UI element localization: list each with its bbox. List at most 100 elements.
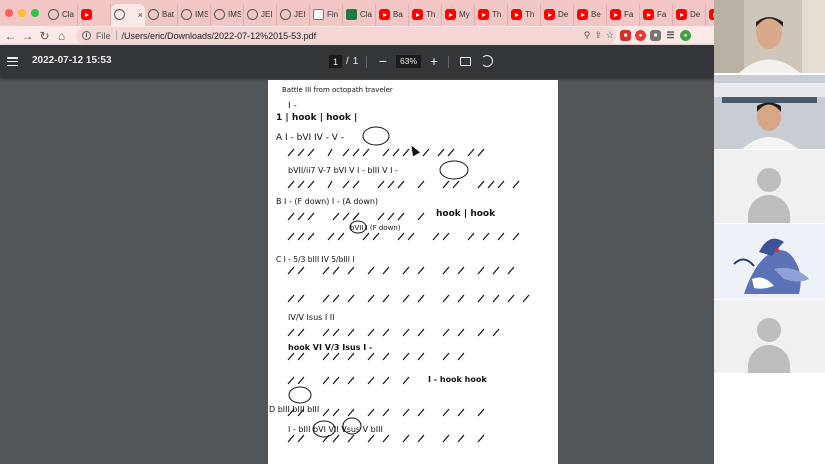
zoom-level-input[interactable]: 63% (396, 54, 421, 68)
browser-tab[interactable]: Th (508, 3, 541, 26)
participant-video-tile[interactable] (714, 75, 825, 149)
avatar (748, 318, 790, 373)
browser-tab[interactable] (706, 4, 714, 26)
address-actions: ⚲ ⇪ ☆ (584, 27, 614, 44)
sheet-line: I - hook hook (428, 375, 487, 384)
address-bar[interactable]: i File /Users/eric/Downloads/2022-07-12%… (76, 27, 616, 44)
globe-icon (181, 9, 192, 20)
sheet-line: I - (288, 101, 297, 111)
close-window-button[interactable] (5, 9, 13, 17)
youtube-icon (577, 9, 588, 20)
browser-toolbar: ← → ↻ ⌂ i File /Users/eric/Downloads/202… (0, 26, 714, 45)
slash-row (287, 232, 520, 241)
browser-tab[interactable]: JEI (277, 3, 310, 26)
zoom-in-button[interactable]: + (428, 54, 440, 68)
extension-red-icon[interactable]: ■ (620, 30, 631, 41)
sheet-line: 1 | hook | hook | (276, 113, 357, 123)
tab-strip: Cla × Bat IMS IMS JEI JEI Fin Cla Ba Th My Th Th De Be F… (0, 0, 714, 26)
sheet-line: hook VI V/3 Isus I - (288, 343, 372, 352)
browser-tab[interactable]: De (541, 3, 574, 26)
browser-tab[interactable]: De (673, 3, 706, 26)
browser-tab[interactable] (78, 3, 111, 26)
browser-tab[interactable]: Fa (640, 3, 673, 26)
participant-no-video-tile[interactable] (714, 300, 825, 373)
share-icon[interactable]: ⇪ (594, 30, 602, 41)
youtube-icon (412, 9, 423, 20)
sheet-line: A I - bVI IV - V - (276, 133, 344, 143)
globe-icon (114, 9, 125, 20)
participant-video (714, 75, 825, 149)
tab-title: Fa (624, 10, 634, 19)
rotate-icon[interactable] (481, 55, 493, 67)
toolbar-divider (366, 56, 367, 68)
back-button[interactable]: ← (2, 27, 19, 44)
zoom-lens-icon[interactable]: ⚲ (584, 30, 591, 41)
globe-icon (148, 9, 159, 20)
browser-tab[interactable]: Fin (310, 3, 343, 26)
fit-page-icon[interactable] (460, 57, 471, 66)
tab-title: Th (492, 10, 502, 19)
circled-chord-mark (362, 126, 390, 146)
browser-tab[interactable]: Be (574, 3, 607, 26)
page-number-input[interactable]: 1 (329, 55, 342, 68)
slash-row (287, 328, 500, 337)
tab-title: Be (591, 10, 601, 19)
browser-tab[interactable]: JEI (244, 3, 277, 26)
participant-video (714, 0, 825, 73)
browser-tab[interactable]: Cla (343, 3, 376, 26)
pdf-toolbar: 2022-07-12 15:53 1 / 1 − 63% + (0, 45, 714, 78)
participant-video-tile[interactable] (714, 0, 825, 73)
page-selector: 1 / 1 (329, 55, 358, 68)
extension-green-icon[interactable]: ● (680, 30, 691, 41)
zoom-out-button[interactable]: − (377, 54, 389, 68)
info-icon[interactable]: i (82, 31, 91, 40)
sheet-line: IV/V Isus I II (288, 313, 334, 322)
browser-tab[interactable]: Ba (376, 3, 409, 26)
tab-title: Ba (393, 10, 403, 19)
handwritten-sheet: Battle III from octopath traveler I - 1 … (269, 86, 530, 443)
youtube-icon (643, 9, 654, 20)
browser-tab[interactable]: IMS (178, 3, 211, 26)
menu-icon[interactable] (7, 57, 18, 67)
youtube-icon (676, 9, 687, 20)
zoom-window-button[interactable] (31, 9, 39, 17)
sheet-line: C I - 5/3 bIII IV 5/bIII I (276, 255, 355, 264)
extension-gray-icon[interactable]: ■ (650, 30, 661, 41)
youtube-icon (610, 9, 621, 20)
browser-tab[interactable]: Th (475, 3, 508, 26)
browser-tab[interactable]: Th (409, 3, 442, 26)
browser-tab[interactable]: IMS (211, 3, 244, 26)
bookmark-star-icon[interactable]: ☆ (606, 30, 614, 41)
browser-tab[interactable]: My (442, 3, 475, 26)
globe-icon (48, 9, 59, 20)
participant-artwork (714, 224, 825, 299)
extensions-menu-icon[interactable]: ☰ (665, 30, 676, 41)
address-separator (115, 31, 117, 40)
browser-tab[interactable]: Cla (45, 3, 78, 26)
browser-tab[interactable]: × (111, 3, 145, 26)
slash-row (287, 434, 485, 443)
address-url[interactable]: /Users/eric/Downloads/2022-07-12%2015-53… (122, 31, 317, 41)
tab-title: IMS (228, 10, 241, 19)
home-button[interactable]: ⌂ (53, 27, 70, 44)
slash-row (287, 180, 520, 189)
participant-video-tile[interactable] (714, 224, 825, 299)
minimize-window-button[interactable] (18, 9, 26, 17)
close-tab-icon[interactable]: × (138, 10, 143, 20)
toolbar-divider (448, 56, 449, 68)
slash-row (287, 352, 465, 361)
browser-tab[interactable]: Fa (607, 3, 640, 26)
excel-icon (346, 9, 357, 20)
tab-title: Th (426, 10, 436, 19)
youtube-icon (511, 9, 522, 20)
participant-no-video-tile[interactable] (714, 150, 825, 223)
slash-row (287, 266, 530, 303)
adblock-icon[interactable]: ● (635, 30, 646, 41)
browser-tab[interactable]: Bat (145, 3, 178, 26)
youtube-icon (81, 9, 92, 20)
forward-button[interactable]: → (19, 27, 36, 44)
youtube-icon (379, 9, 390, 20)
tab-title: IMS (195, 10, 208, 19)
browser-window: Cla × Bat IMS IMS JEI JEI Fin Cla Ba Th My Th Th De Be F… (0, 0, 714, 464)
reload-button[interactable]: ↻ (36, 27, 53, 44)
